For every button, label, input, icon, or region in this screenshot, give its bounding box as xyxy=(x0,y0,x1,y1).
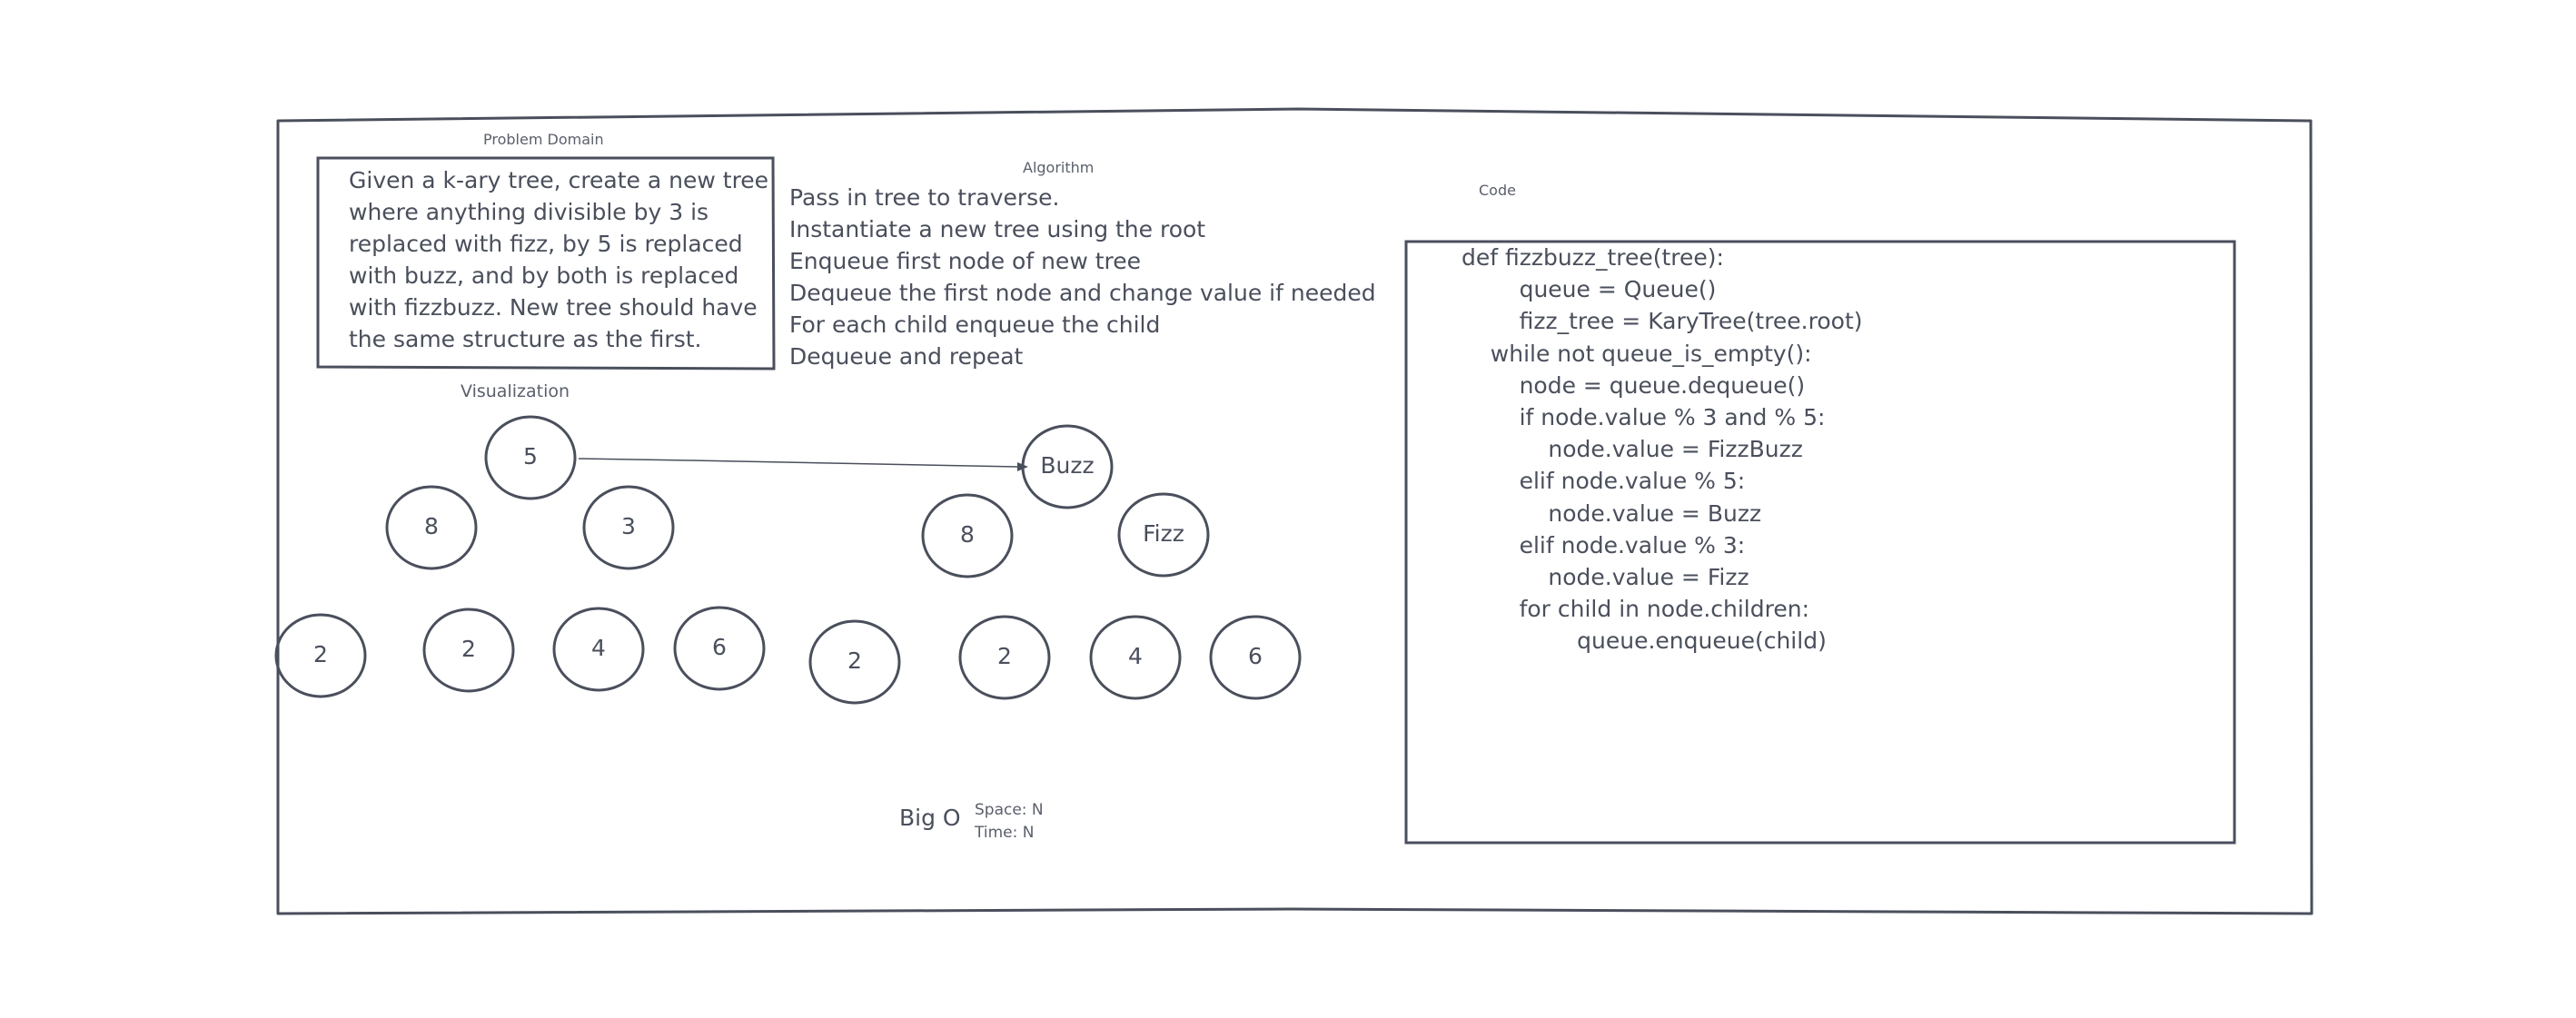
new-tree: Buzz 8 Fizz 2 2 4 6 xyxy=(808,424,1302,705)
problem-line: with fizzbuzz. New tree should have xyxy=(349,294,758,321)
original-tree-node-label: 6 xyxy=(712,634,727,660)
code-line: for child in node.children: xyxy=(1461,596,1809,623)
code-line: def fizzbuzz_tree(tree): xyxy=(1461,244,1724,271)
algorithm-step: Enqueue first node of new tree xyxy=(789,248,1141,274)
problem-line: with buzz, and by both is replaced xyxy=(349,262,739,289)
original-tree-node-label: 8 xyxy=(424,513,439,539)
original-tree-node-label: 4 xyxy=(591,635,606,661)
code-line: if node.value % 3 and % 5: xyxy=(1461,404,1826,431)
new-tree-node-label: 4 xyxy=(1128,643,1143,669)
code-line: fizz_tree = KaryTree(tree.root) xyxy=(1461,308,1863,335)
problem-line: where anything divisible by 3 is xyxy=(349,199,709,225)
problem-domain-text: Given a k-ary tree, create a new tree wh… xyxy=(349,164,768,355)
problem-domain-title: Problem Domain xyxy=(483,131,604,148)
whiteboard-canvas: 5 8 3 2 2 4 6 Buzz 8 Fizz 2 2 4 6 xyxy=(274,107,2313,915)
new-tree-node: 2 xyxy=(808,619,901,705)
new-tree-node: Fizz xyxy=(1117,492,1210,578)
algorithm-text: Pass in tree to traverse. Instantiate a … xyxy=(789,182,1376,372)
original-tree-node: 5 xyxy=(484,415,577,500)
algorithm-step: Dequeue and repeat xyxy=(789,343,1024,370)
problem-line: the same structure as the first. xyxy=(349,326,702,352)
code-line: node = queue.dequeue() xyxy=(1461,371,1806,399)
code-title: Code xyxy=(1479,182,1516,199)
original-tree-node-label: 5 xyxy=(523,443,538,469)
code-line: while not queue_is_empty(): xyxy=(1461,340,1812,367)
original-tree-node-label: 2 xyxy=(461,636,476,662)
code-line: elif node.value % 3: xyxy=(1461,531,1746,558)
original-tree: 5 8 3 2 2 4 6 xyxy=(274,415,766,698)
new-tree-node-label: 8 xyxy=(960,521,975,548)
new-tree-node: Buzz xyxy=(1021,424,1114,509)
new-tree-node-label: 6 xyxy=(1248,643,1263,669)
new-tree-node: 8 xyxy=(921,493,1014,578)
original-tree-node-label: 3 xyxy=(621,513,636,539)
original-tree-node: 3 xyxy=(582,485,675,570)
code-line: node.value = Buzz xyxy=(1461,499,1762,527)
new-tree-node-label: Buzz xyxy=(1040,452,1094,479)
new-tree-node-label: 2 xyxy=(997,643,1012,669)
problem-line: Given a k-ary tree, create a new tree xyxy=(349,167,769,193)
new-tree-node: 4 xyxy=(1089,615,1182,700)
original-tree-node: 6 xyxy=(673,606,766,691)
algorithm-step: Instantiate a new tree using the root xyxy=(789,216,1206,242)
algorithm-title: Algorithm xyxy=(1023,159,1095,176)
code-text: def fizzbuzz_tree(tree): queue = Queue()… xyxy=(1461,242,1863,657)
big-o-time: Time: N xyxy=(975,824,1035,842)
new-tree-node: 6 xyxy=(1209,615,1302,700)
algorithm-step: Pass in tree to traverse. xyxy=(789,184,1060,211)
code-line: elif node.value % 5: xyxy=(1461,468,1746,495)
original-tree-node: 2 xyxy=(274,613,367,698)
big-o-space: Space: N xyxy=(975,801,1044,819)
algorithm-step: For each child enqueue the child xyxy=(789,311,1161,338)
original-tree-node-label: 2 xyxy=(313,641,328,667)
new-tree-node-label: Fizz xyxy=(1143,520,1184,547)
new-tree-node: 2 xyxy=(958,615,1051,700)
code-line: node.value = Fizz xyxy=(1461,564,1749,591)
algorithm-step: Dequeue the first node and change value … xyxy=(789,280,1376,306)
visualization-title: Visualization xyxy=(461,381,570,401)
original-tree-node: 4 xyxy=(552,607,645,692)
transform-arrow xyxy=(578,458,1018,468)
original-tree-node: 2 xyxy=(422,608,515,693)
big-o-title: Big O xyxy=(899,805,961,831)
new-tree-node-label: 2 xyxy=(847,647,862,674)
original-tree-node: 8 xyxy=(385,485,478,570)
code-line: node.value = FizzBuzz xyxy=(1461,436,1803,463)
code-line: queue = Queue() xyxy=(1461,276,1717,303)
code-line: queue.enqueue(child) xyxy=(1461,628,1827,655)
problem-line: replaced with fizz, by 5 is replaced xyxy=(349,231,743,257)
